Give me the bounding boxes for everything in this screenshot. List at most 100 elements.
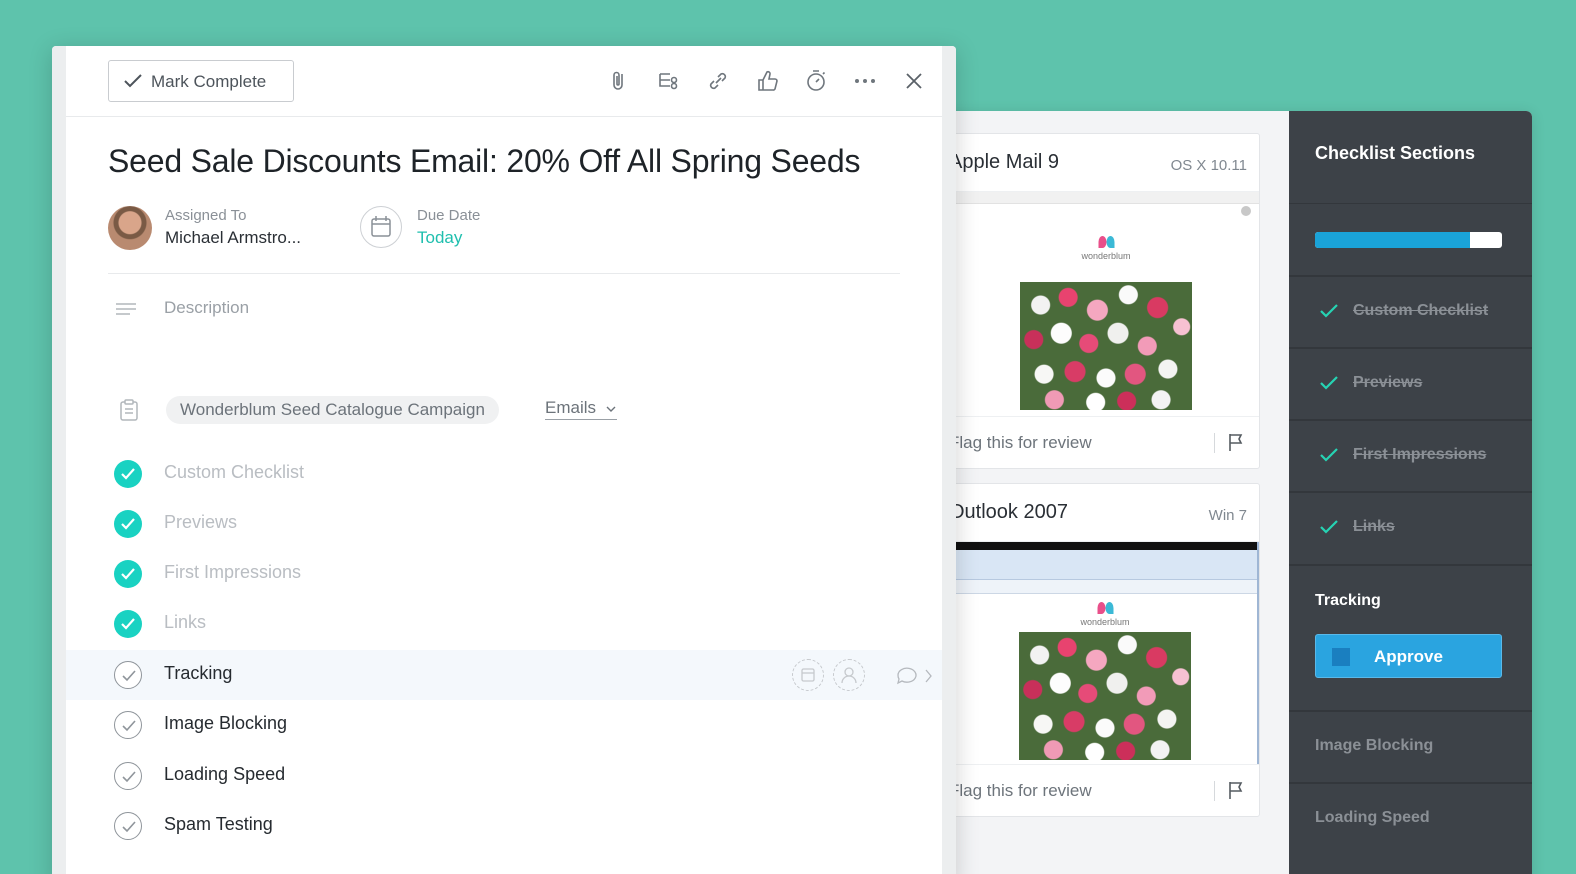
sections-title: Checklist Sections xyxy=(1315,143,1476,163)
task-title[interactable]: Seed Sale Discounts Email: 20% Off All S… xyxy=(108,143,860,180)
checklist-label: First Impressions xyxy=(164,562,302,582)
preview-os-name: Win 7 xyxy=(1208,507,1247,524)
section-label: Links xyxy=(1353,518,1395,535)
due-date-label: Due Date xyxy=(417,207,481,224)
checklist-row[interactable]: Spam Testing xyxy=(66,801,942,851)
timer-icon[interactable] xyxy=(803,68,829,94)
more-icon[interactable] xyxy=(852,68,878,94)
section-label: Previews xyxy=(1353,374,1423,391)
preview-card-footer: Flag this for review xyxy=(921,416,1259,468)
assignee-name[interactable]: Michael Armstro... xyxy=(165,228,301,248)
section-label: Custom Checklist xyxy=(1353,302,1489,319)
checklist-row[interactable]: First Impressions xyxy=(66,549,942,599)
checkbox-done[interactable] xyxy=(114,460,142,488)
comment-icon[interactable] xyxy=(895,665,935,687)
preview-screenshot[interactable]: wonderblum xyxy=(953,192,1259,414)
check-icon xyxy=(122,821,136,833)
wonderblum-logo-mark xyxy=(1095,602,1115,616)
checkbox-open[interactable] xyxy=(114,762,142,790)
section-item-loading-speed[interactable]: Loading Speed xyxy=(1289,782,1532,854)
wonderblum-logo-mark xyxy=(1096,236,1116,250)
flag-for-review-link[interactable]: Flag this for review xyxy=(949,433,1092,453)
section-item-custom-checklist[interactable]: Custom Checklist xyxy=(1289,275,1532,347)
description-field[interactable]: Description xyxy=(164,298,249,318)
mock-browser-bar xyxy=(953,192,1259,204)
checklist-row[interactable]: Custom Checklist xyxy=(66,449,942,499)
checkbox-open[interactable] xyxy=(114,661,142,689)
wonderblum-logo: wonderblum xyxy=(1080,602,1130,627)
close-icon[interactable] xyxy=(901,68,927,94)
section-label: Tracking xyxy=(1315,592,1381,609)
mock-header-fields xyxy=(953,580,1257,594)
flag-icon[interactable] xyxy=(1227,432,1245,452)
preview-screenshot[interactable]: wonderblum xyxy=(953,542,1259,764)
section-item-links[interactable]: Links xyxy=(1289,491,1532,563)
row-assignee-icon[interactable] xyxy=(833,659,865,691)
row-due-date-icon[interactable] xyxy=(792,659,824,691)
progress-bar xyxy=(1315,232,1502,248)
thumbs-up-icon[interactable] xyxy=(754,68,780,94)
approve-button-label: Approve xyxy=(1374,647,1443,666)
mark-complete-button[interactable]: Mark Complete xyxy=(108,60,294,102)
check-icon xyxy=(122,720,136,732)
checkbox-open[interactable] xyxy=(114,812,142,840)
check-icon xyxy=(1320,520,1338,534)
wonderblum-logo-text: wonderblum xyxy=(1080,617,1130,627)
calendar-icon[interactable] xyxy=(360,206,402,248)
checklist-label: Image Blocking xyxy=(164,713,288,733)
mock-ribbon xyxy=(953,550,1257,580)
footer-divider xyxy=(1214,433,1215,453)
preview-card-apple-mail[interactable]: Apple Mail 9 OS X 10.11 wonderblum Flag … xyxy=(920,133,1260,469)
section-item-tracking-active[interactable]: Tracking Approve xyxy=(1289,564,1532,710)
checkbox-done[interactable] xyxy=(114,510,142,538)
mock-scroll-dot xyxy=(1241,206,1251,216)
checklist-label: Spam Testing xyxy=(164,814,273,834)
task-meta-row: Assigned To Michael Armstro... Due Date … xyxy=(108,204,900,274)
flag-icon[interactable] xyxy=(1227,780,1245,800)
checklist-sections-panel: Checklist Sections Custom Checklist Prev… xyxy=(1289,111,1532,874)
approve-button[interactable]: Approve xyxy=(1315,634,1502,678)
check-icon xyxy=(121,618,135,630)
due-date-value[interactable]: Today xyxy=(417,228,462,248)
wonderblum-logo: wonderblum xyxy=(1081,236,1131,261)
tulips-image xyxy=(1020,282,1192,410)
preview-os-name: OS X 10.11 xyxy=(1170,157,1247,174)
checklist-label: Tracking xyxy=(164,663,233,683)
paperclip-icon[interactable] xyxy=(607,68,633,94)
checkbox-done[interactable] xyxy=(114,610,142,638)
preview-client-name: Outlook 2007 xyxy=(949,501,1068,523)
section-item-image-blocking[interactable]: Image Blocking xyxy=(1289,710,1532,782)
checklist-row[interactable]: Links xyxy=(66,599,942,649)
avatar[interactable] xyxy=(108,206,152,250)
checkbox-done[interactable] xyxy=(114,560,142,588)
checklist-row[interactable]: Image Blocking xyxy=(66,700,942,750)
mark-complete-label: Mark Complete xyxy=(151,72,267,91)
chevron-down-icon xyxy=(606,406,616,412)
section-dropdown[interactable]: Emails xyxy=(545,398,617,420)
project-chip[interactable]: Wonderblum Seed Catalogue Campaign xyxy=(166,396,499,424)
checklist-row[interactable]: Previews xyxy=(66,499,942,549)
preview-card-header: Outlook 2007 Win 7 xyxy=(921,484,1259,542)
email-previews-window: Apple Mail 9 OS X 10.11 wonderblum Flag … xyxy=(900,111,1532,874)
section-item-first-impressions[interactable]: First Impressions xyxy=(1289,419,1532,491)
check-icon xyxy=(1320,448,1338,462)
check-icon xyxy=(121,468,135,480)
task-toolbar: Mark Complete xyxy=(66,46,942,117)
checkbox-open[interactable] xyxy=(114,711,142,739)
checklist-row-active[interactable]: Tracking xyxy=(66,650,942,700)
section-item-previews[interactable]: Previews xyxy=(1289,347,1532,419)
checklist-row[interactable]: Loading Speed xyxy=(66,751,942,801)
preview-card-outlook[interactable]: Outlook 2007 Win 7 wonderblum Flag this … xyxy=(920,483,1260,817)
subtask-icon[interactable] xyxy=(656,68,682,94)
section-label: Image Blocking xyxy=(1315,737,1434,754)
task-detail-window: Mark Complete Seed Sale Discounts Email:… xyxy=(52,46,956,874)
section-dropdown-label: Emails xyxy=(545,398,597,417)
link-icon[interactable] xyxy=(705,68,731,94)
preview-client-name: Apple Mail 9 xyxy=(949,151,1060,173)
checklist-label: Previews xyxy=(164,512,238,532)
flag-for-review-link[interactable]: Flag this for review xyxy=(949,781,1092,801)
checklist-label: Custom Checklist xyxy=(164,462,305,482)
check-icon xyxy=(122,670,136,682)
check-icon xyxy=(1320,304,1338,318)
footer-divider xyxy=(1214,781,1215,801)
